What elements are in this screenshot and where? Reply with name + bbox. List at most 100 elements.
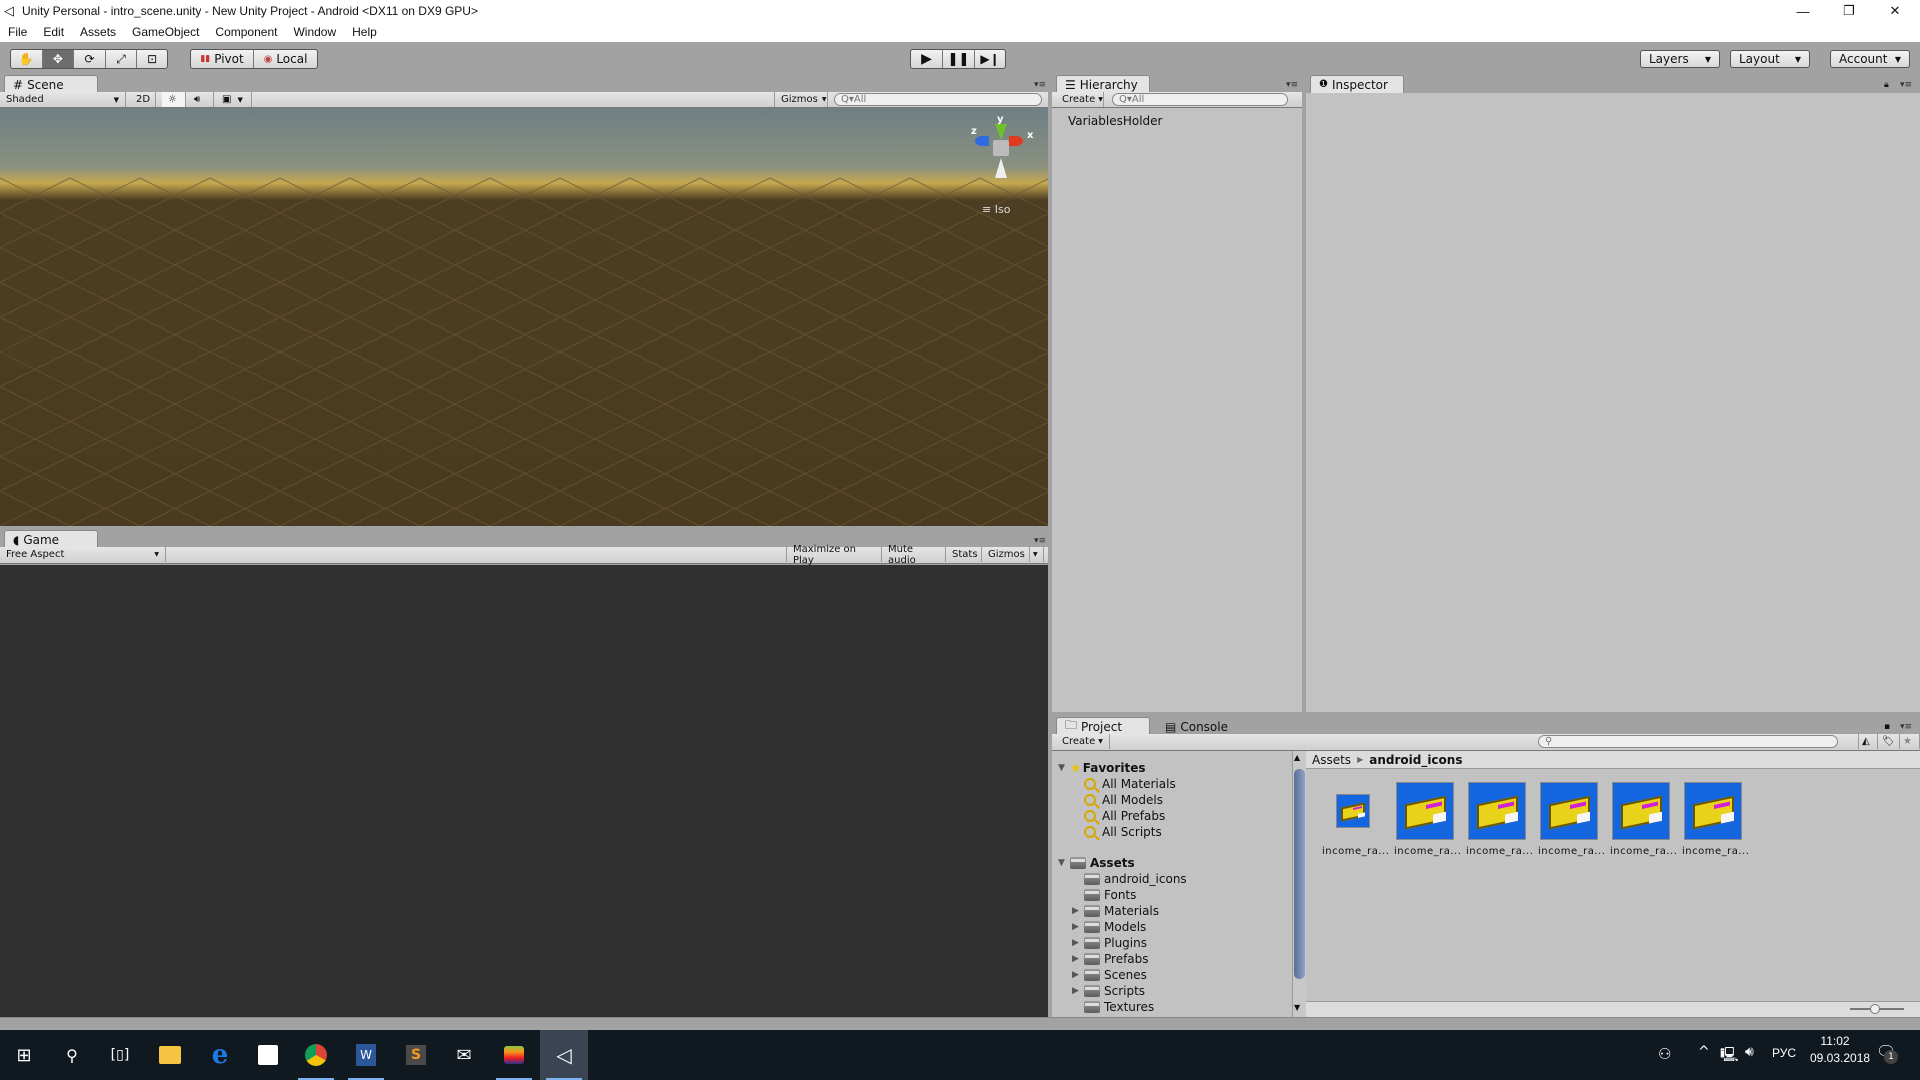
favorite-item[interactable]: All Materials	[1084, 776, 1176, 792]
expand-arrow-icon[interactable]: ▶	[1072, 970, 1084, 980]
step-button[interactable]: ▶❙	[975, 50, 1005, 68]
folder-item[interactable]: ▶ Prefabs	[1072, 951, 1149, 967]
folder-item[interactable]: Textures	[1072, 999, 1154, 1015]
breadcrumb-android-icons[interactable]: android_icons	[1369, 753, 1462, 767]
rotate-tool-button[interactable]: ⟳	[74, 50, 106, 68]
panel-menu-icon[interactable]: ▾≡	[1286, 80, 1298, 90]
pause-button[interactable]: ❚❚	[943, 50, 975, 68]
hierarchy-item[interactable]: VariablesHolder	[1068, 114, 1162, 128]
slider-thumb[interactable]	[1870, 1004, 1880, 1014]
minimize-button[interactable]: —	[1780, 0, 1826, 22]
pivot-button[interactable]: ▮▮ Pivot	[191, 50, 255, 68]
start-button[interactable]: ⊞	[0, 1030, 48, 1080]
shading-mode-dropdown[interactable]: Shaded ▼	[0, 92, 126, 107]
scale-tool-button[interactable]: ⤢	[106, 50, 138, 68]
stats-toggle[interactable]: Stats	[946, 547, 982, 562]
layout-dropdown[interactable]: Layout ▼	[1730, 50, 1810, 68]
menu-gameobject[interactable]: GameObject	[124, 25, 207, 39]
asset-item[interactable]: income_ra...	[1682, 782, 1749, 857]
expand-arrow-icon[interactable]: ▼	[1058, 858, 1070, 868]
tab-inspector[interactable]: ❶ Inspector	[1310, 75, 1404, 93]
menu-help[interactable]: Help	[344, 25, 385, 39]
bluestacks-button[interactable]	[490, 1030, 538, 1080]
gizmo-center-cube[interactable]	[993, 140, 1009, 156]
filter-by-type-button[interactable]: ◭	[1858, 734, 1878, 749]
favorites-button[interactable]: ★	[1900, 734, 1920, 749]
hand-tool-button[interactable]: ✋	[11, 50, 43, 68]
mute-audio-toggle[interactable]: Mute audio	[882, 544, 946, 566]
scene-view[interactable]: y x z ≡ Iso	[0, 108, 1048, 526]
project-tree-scrollbar[interactable]: ▲ ▼	[1292, 751, 1306, 1017]
lock-icon[interactable]: ▪	[1884, 722, 1890, 732]
close-button[interactable]: ✕	[1872, 0, 1918, 22]
people-icon[interactable]: ⚇	[1658, 1045, 1671, 1063]
panel-menu-icon[interactable]: ▾≡	[1900, 722, 1912, 732]
orientation-gizmo[interactable]: y x z	[965, 114, 1035, 202]
menu-edit[interactable]: Edit	[35, 25, 72, 39]
menu-file[interactable]: File	[0, 25, 35, 39]
word-button[interactable]: W	[342, 1030, 390, 1080]
lighting-toggle[interactable]: ☼	[162, 92, 186, 107]
asset-item[interactable]: income_ra...	[1538, 782, 1605, 857]
folder-item[interactable]: ▶ Materials	[1072, 903, 1159, 919]
menu-component[interactable]: Component	[207, 25, 285, 39]
folder-item[interactable]: android_icons	[1072, 871, 1187, 887]
z-axis-cone[interactable]	[975, 136, 989, 146]
edge-button[interactable]: e	[196, 1030, 244, 1080]
neg-y-axis-cone[interactable]	[995, 158, 1007, 178]
menu-window[interactable]: Window	[285, 25, 344, 39]
game-gizmos-toggle[interactable]: Gizmos	[982, 547, 1030, 562]
scrollbar-thumb[interactable]	[1294, 769, 1305, 979]
aspect-dropdown[interactable]: Free Aspect ▼	[0, 547, 166, 562]
filter-by-label-button[interactable]: 🏷︎	[1878, 734, 1900, 749]
favorite-item[interactable]: All Prefabs	[1084, 808, 1165, 824]
unity-button[interactable]: ◁	[540, 1030, 588, 1080]
expand-arrow-icon[interactable]: ▶	[1072, 922, 1084, 932]
asset-item[interactable]: income_ra...	[1322, 782, 1389, 857]
mail-button[interactable]: ✉	[440, 1030, 488, 1080]
account-dropdown[interactable]: Account ▼	[1830, 50, 1910, 68]
sublime-text-button[interactable]: S	[392, 1030, 440, 1080]
asset-item[interactable]: income_ra...	[1394, 782, 1461, 857]
assets-node[interactable]: ▼ Assets	[1058, 855, 1135, 871]
network-icon[interactable]: 🖳︎	[1720, 1044, 1739, 1068]
layers-dropdown[interactable]: Layers ▼	[1640, 50, 1720, 68]
move-tool-button[interactable]: ✥	[42, 50, 75, 68]
game-view[interactable]	[0, 565, 1048, 1017]
favorite-item[interactable]: All Models	[1084, 792, 1163, 808]
scroll-down-arrow-icon[interactable]: ▼	[1294, 1003, 1300, 1012]
effects-dropdown[interactable]: ▣ ▼	[216, 92, 252, 107]
maximize-on-play-toggle[interactable]: Maximize on Play	[786, 544, 882, 566]
search-button[interactable]: ⚲	[48, 1030, 96, 1080]
hierarchy-create-dropdown[interactable]: Create ▼	[1056, 92, 1104, 107]
panel-menu-icon[interactable]: ▾≡	[1034, 536, 1046, 546]
expand-arrow-icon[interactable]: ▶	[1072, 954, 1084, 964]
expand-arrow-icon[interactable]: ▶	[1072, 986, 1084, 996]
projection-toggle[interactable]: ≡ Iso	[982, 203, 1010, 216]
file-explorer-button[interactable]	[146, 1030, 194, 1080]
panel-menu-icon[interactable]: ▾≡	[1900, 80, 1912, 90]
folder-item[interactable]: Fonts	[1072, 887, 1136, 903]
breadcrumb-assets[interactable]: Assets	[1312, 753, 1351, 767]
rect-tool-button[interactable]: ⊡	[137, 50, 167, 68]
asset-item[interactable]: income_ra...	[1466, 782, 1533, 857]
volume-icon[interactable]: 🔊︎	[1745, 1044, 1754, 1060]
panel-menu-icon[interactable]: ▾≡	[1034, 80, 1046, 90]
chrome-button[interactable]	[292, 1030, 340, 1080]
tab-scene[interactable]: # Scene	[4, 75, 98, 93]
play-button[interactable]: ▶	[911, 50, 943, 68]
tab-hierarchy[interactable]: ☰ Hierarchy	[1056, 75, 1150, 93]
language-indicator[interactable]: РУС	[1772, 1046, 1796, 1060]
expand-arrow-icon[interactable]: ▶	[1072, 906, 1084, 916]
show-hidden-icons-button[interactable]: ^	[1698, 1044, 1710, 1060]
expand-arrow-icon[interactable]: ▼	[1058, 763, 1070, 773]
action-center-button[interactable]: 🗨︎1	[1876, 1042, 1898, 1064]
folder-item[interactable]: ▶ Scripts	[1072, 983, 1145, 999]
game-gizmos-dropdown[interactable]: ▼	[1030, 547, 1044, 562]
tab-console[interactable]: ▤ Console	[1156, 717, 1250, 735]
folder-item[interactable]: ▶ Plugins	[1072, 935, 1147, 951]
scene-gizmos-dropdown[interactable]: Gizmos ▼	[774, 92, 828, 107]
project-create-dropdown[interactable]: Create ▼	[1056, 734, 1110, 749]
audio-toggle[interactable]: 🔊︎	[188, 92, 214, 107]
project-search-input[interactable]: ⚲	[1538, 735, 1838, 748]
